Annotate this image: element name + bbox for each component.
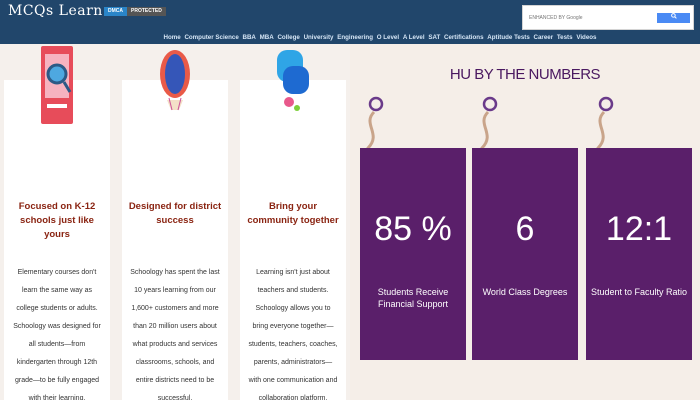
nav-item-sat[interactable]: SAT	[428, 34, 440, 41]
nav-item-computer-science[interactable]: Computer Science	[184, 34, 238, 41]
feature-text: Learning isn't just about teachers and s…	[248, 269, 338, 400]
nav-item-a-level[interactable]: A Level	[403, 34, 425, 41]
balloon-illustration-icon	[160, 50, 190, 111]
numbers-section: HU BY THE NUMBERS 85 % Students Receive …	[350, 44, 700, 400]
nav-item-engineering[interactable]: Engineering	[337, 34, 373, 41]
magnifier-illustration-icon	[41, 46, 73, 124]
feature-text: Schoology has spent the last 10 years le…	[130, 269, 220, 400]
stat-value: 12:1	[605, 210, 673, 248]
stat-label: Students Receive Financial Support	[377, 287, 449, 309]
feature-card: Bring your community together Learning i…	[240, 50, 346, 400]
numbers-title: HU BY THE NUMBERS	[449, 66, 601, 83]
feature-text: Elementary courses don't learn the same …	[13, 269, 101, 400]
stat-card: 12:1 Student to Faculty Ratio	[586, 148, 692, 360]
site-header: MCQs Learn DMCA PROTECTED Home Computer …	[0, 0, 700, 44]
nav-item-college[interactable]: College	[277, 34, 299, 41]
feature-title: Bring your community together	[247, 201, 339, 226]
nav-item-o-level[interactable]: O Level	[377, 34, 399, 41]
nav-item-certifications[interactable]: Certifications	[444, 34, 484, 41]
stat-value: 85 %	[374, 210, 452, 248]
main-nav: Home Computer Science BBA MBA College Un…	[60, 31, 700, 44]
search-button[interactable]	[657, 13, 690, 23]
site-logo[interactable]: MCQs Learn	[8, 3, 103, 19]
feature-title: Designed for district success	[128, 201, 222, 226]
nav-item-mba[interactable]: MBA	[260, 34, 274, 41]
search-input[interactable]	[529, 12, 649, 24]
nav-item-home[interactable]: Home	[164, 34, 181, 41]
stat-label: World Class Degrees	[482, 287, 568, 297]
features-section: Focused on K-12 schools just like yours …	[0, 44, 350, 400]
stat-label: Student to Faculty Ratio	[590, 287, 688, 297]
stat-card: 85 % Students Receive Financial Support	[360, 148, 466, 360]
nav-item-bba[interactable]: BBA	[243, 34, 256, 41]
feature-title: Focused on K-12 schools just like yours	[18, 201, 96, 240]
nav-item-videos[interactable]: Videos	[576, 34, 596, 41]
nav-item-tests[interactable]: Tests	[557, 34, 573, 41]
search-icon	[670, 13, 677, 19]
chat-bubbles-illustration-icon	[277, 50, 309, 111]
dmca-label: DMCA	[104, 7, 127, 16]
search-box	[522, 5, 694, 30]
nav-item-aptitude-tests[interactable]: Aptitude Tests	[487, 34, 530, 41]
protected-label: PROTECTED	[127, 7, 166, 16]
nav-item-career[interactable]: Career	[534, 34, 554, 41]
stat-value: 6	[515, 210, 535, 248]
feature-card: Designed for district success Schoology …	[122, 50, 228, 400]
nav-item-university[interactable]: University	[304, 34, 334, 41]
dmca-badge[interactable]: DMCA PROTECTED	[104, 7, 166, 16]
stat-card: 6 World Class Degrees	[472, 148, 578, 360]
feature-card: Focused on K-12 schools just like yours …	[4, 46, 110, 400]
